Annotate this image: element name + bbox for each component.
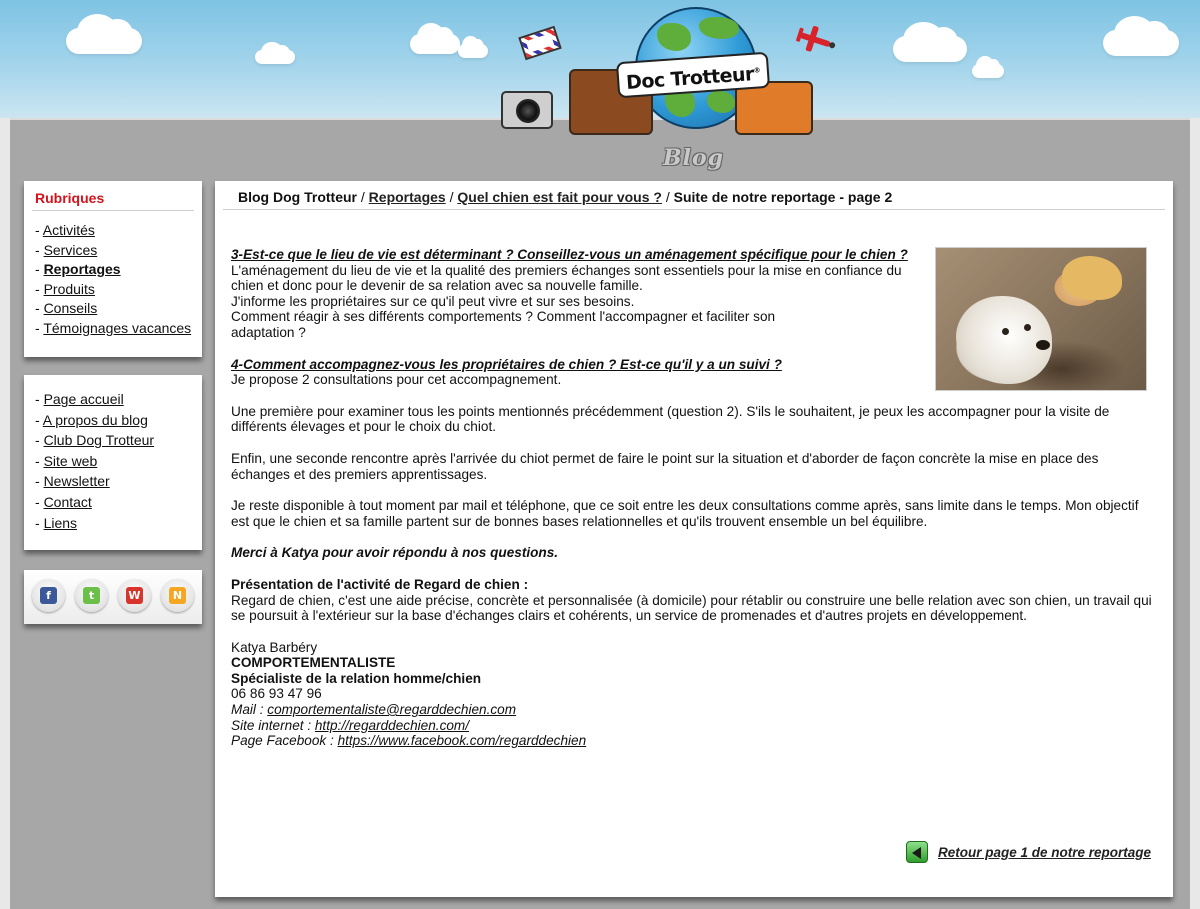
cloud [458, 36, 488, 58]
paragraph-line: J'informe les propriétaires sur ce qu'il… [231, 293, 635, 309]
rubrique-link[interactable]: Activités [43, 222, 95, 238]
rubrique-item-services: - Services [35, 241, 98, 258]
paragraph: Une première pour examiner tous les poin… [231, 403, 1110, 435]
question-3-title: 3-Est-ce que le lieu de vie est détermin… [231, 247, 908, 262]
link-item-liens: - Liens [35, 514, 78, 531]
site-link[interactable]: http://regarddechien.com/ [315, 718, 469, 733]
paragraph-line: chien et donc pour le devenir de sa rela… [231, 278, 643, 294]
signature-role: COMPORTEMENTALISTE [231, 655, 396, 671]
question-3: 3-Est-ce que le lieu de vie est détermin… [231, 247, 931, 341]
breadcrumb-reportages[interactable]: Reportages [369, 189, 446, 205]
frame-edge-left [0, 118, 10, 909]
rubrique-link[interactable]: Services [44, 242, 98, 258]
back-arrow-icon[interactable] [905, 841, 928, 863]
rubriques-box: Rubriques - Activités - Services - Repor… [24, 181, 202, 357]
twitter-button[interactable]: t [75, 579, 108, 612]
rubrique-item-conseils: - Conseils [35, 300, 98, 316]
back-link-text[interactable]: Retour page 1 de notre reportage [938, 845, 1151, 860]
netvibes-button[interactable]: N [161, 579, 194, 612]
nav-link[interactable]: Newsletter [44, 473, 110, 489]
rubrique-item-activites: - Activités [35, 222, 95, 238]
paragraph: Enfin, une seconde rencontre après l'arr… [231, 450, 1099, 482]
nav-link[interactable]: A propos du blog [43, 412, 148, 428]
nav-link[interactable]: Site web [44, 453, 98, 469]
nav-link[interactable]: Page accueil [44, 391, 124, 407]
paragraph: Je reste disponible à tout moment par ma… [231, 498, 1139, 529]
breadcrumb: Blog Dog Trotteur / Reportages / Quel ch… [223, 189, 1165, 210]
link-item-accueil: - Page accueil [35, 391, 124, 407]
camera-icon [501, 91, 553, 129]
facebook-icon: f [40, 587, 57, 604]
social-box: f t W N [24, 570, 202, 624]
links-menu: - Page accueil - A propos du blog - Club… [24, 375, 202, 533]
twitter-icon: t [83, 587, 100, 604]
links-box: - Page accueil - A propos du blog - Club… [24, 375, 202, 550]
presentation: Présentation de l'activité de Regard de … [231, 577, 1157, 624]
social-row: f t W N [24, 570, 202, 612]
back-link: Retour page 1 de notre reportage [905, 841, 1151, 863]
nav-link[interactable]: Contact [44, 494, 92, 510]
mail-link[interactable]: comportementaliste@regarddechien.com [267, 702, 516, 717]
rubriques-title: Rubriques [32, 181, 194, 211]
cloud [893, 21, 967, 62]
blog-title: Blog [663, 145, 725, 171]
rubrique-item-reportages: - Reportages [35, 261, 121, 277]
signature-mail: Mail : comportementaliste@regarddechien.… [231, 702, 517, 718]
rubrique-link[interactable]: Conseils [44, 300, 98, 316]
signature-name: Katya Barbéry [231, 639, 318, 655]
rubrique-link[interactable]: Témoignages vacances [43, 320, 191, 336]
wikio-button[interactable]: W [118, 579, 151, 612]
rubrique-link[interactable]: Produits [44, 281, 95, 297]
nav-link[interactable]: Club Dog Trotteur [44, 432, 155, 448]
postcard-icon [518, 25, 562, 61]
paragraph-line: adaptation ? [231, 324, 306, 340]
presentation-text: Regard de chien, c'est une aide précise,… [231, 592, 1152, 624]
article-body: 3-Est-ce que le lieu de vie est détermin… [231, 247, 1157, 749]
link-item-contact: - Contact [35, 493, 92, 510]
cloud [66, 13, 142, 54]
cloud [255, 42, 295, 64]
signature-phone: 06 86 93 47 96 [231, 686, 322, 702]
signature-specialty: Spécialiste de la relation homme/chien [231, 670, 482, 686]
paragraph-line: L'aménagement du lieu de vie et la quali… [231, 262, 902, 278]
cloud [410, 23, 460, 54]
link-item-apropos: - A propos du blog [35, 411, 148, 428]
breadcrumb-root: Blog Dog Trotteur [238, 189, 357, 205]
cloud [1103, 15, 1179, 56]
main-content: Blog Dog Trotteur / Reportages / Quel ch… [215, 181, 1173, 897]
netvibes-icon: N [169, 587, 186, 604]
rubriques-menu: - Activités - Services - Reportages - Pr… [24, 211, 202, 338]
facebook-link[interactable]: https://www.facebook.com/regarddechien [338, 733, 587, 748]
paragraph-line: Comment réagir à ses différents comporte… [231, 309, 776, 325]
question-4-title: 4-Comment accompagnez-vous les propriéta… [231, 356, 782, 372]
facebook-button[interactable]: f [32, 579, 65, 612]
link-item-club: - Club Dog Trotteur [35, 432, 155, 449]
breadcrumb-article[interactable]: Quel chien est fait pour vous ? [457, 189, 662, 205]
nav-link[interactable]: Liens [44, 515, 77, 531]
frame-edge-right [1190, 118, 1200, 909]
signature-site: Site internet : http://regarddechien.com… [231, 717, 470, 733]
cloud [972, 56, 1004, 78]
wikio-icon: W [126, 587, 143, 604]
rubrique-link[interactable]: Reportages [44, 261, 121, 277]
thanks-line: Merci à Katya pour avoir répondu à nos q… [231, 545, 559, 561]
link-item-siteweb: - Site web [35, 452, 98, 469]
breadcrumb-current: Suite de notre reportage - page 2 [673, 189, 893, 205]
rubrique-item-temoignages: - Témoignages vacances [35, 319, 192, 336]
rubrique-item-produits: - Produits [35, 280, 95, 297]
signature-facebook: Page Facebook : https://www.facebook.com… [231, 733, 587, 749]
link-item-newsletter: - Newsletter [35, 473, 110, 490]
signature: Katya Barbéry COMPORTEMENTALISTE Spécial… [231, 640, 1157, 749]
question-4: 4-Comment accompagnez-vous les propriéta… [231, 357, 1157, 388]
presentation-title: Présentation de l'activité de Regard de … [231, 576, 529, 592]
site-logo[interactable]: Doc Trotteur® Blog [495, 5, 836, 175]
paragraph-line: Je propose 2 consultations pour cet acco… [231, 372, 562, 388]
